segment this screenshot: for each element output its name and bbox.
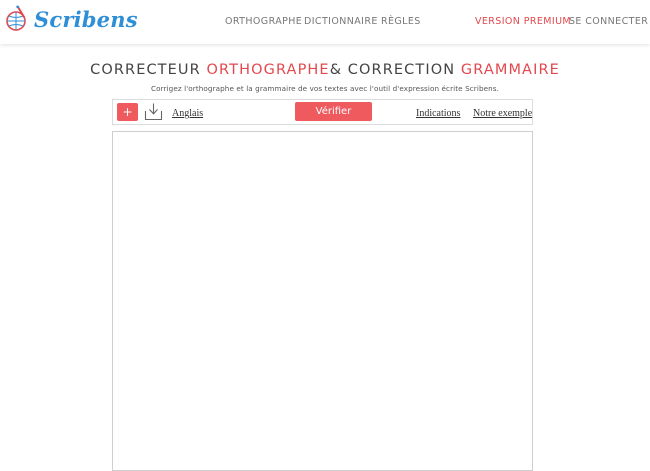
- logo-globe-icon: [6, 5, 26, 31]
- title-correcteur: CORRECTEUR: [90, 62, 201, 78]
- text-editor-area[interactable]: [112, 131, 533, 471]
- example-link[interactable]: Notre exemple: [473, 108, 532, 119]
- nav-se-connecter[interactable]: SE CONNECTER: [569, 16, 648, 27]
- nav-regles[interactable]: RÈGLES: [381, 16, 421, 27]
- nav-version-premium[interactable]: VERSION PREMIUM: [475, 16, 571, 27]
- nav-orthographe[interactable]: ORTHOGRAPHE: [225, 16, 302, 27]
- title-orthographe: ORTHOGRAPHE: [206, 62, 330, 78]
- indications-link[interactable]: Indications: [416, 108, 460, 119]
- page-title: CORRECTEUR ORTHOGRAPHE& CORRECTION GRAMM…: [0, 62, 650, 78]
- title-grammaire: GRAMMAIRE: [460, 62, 560, 78]
- nav-dictionnaire[interactable]: DICTIONNAIRE: [304, 16, 378, 27]
- download-icon[interactable]: [144, 102, 163, 121]
- scribens-logo[interactable]: Scribens: [4, 4, 138, 34]
- top-navigation-bar: Scribens ORTHOGRAPHE DICTIONNAIRE RÈGLES…: [0, 0, 650, 44]
- page-subtitle: Corrigez l'orthographe et la grammaire d…: [150, 84, 500, 93]
- verify-button[interactable]: Vérifier: [295, 102, 372, 121]
- add-button[interactable]: +: [117, 103, 138, 121]
- title-correction: & CORRECTION: [329, 62, 456, 78]
- logo-wordmark: Scribens: [34, 6, 138, 32]
- editor-toolbar: + Anglais Vérifier Indications Notre exe…: [112, 99, 533, 125]
- language-selector-link[interactable]: Anglais: [172, 108, 203, 119]
